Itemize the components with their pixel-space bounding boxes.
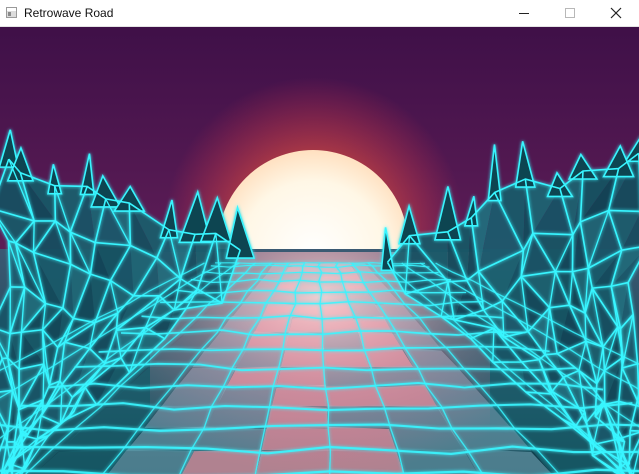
mountain-wire (584, 313, 587, 342)
game-viewport[interactable] (0, 27, 639, 474)
app-icon (6, 7, 17, 18)
minimize-button[interactable] (501, 0, 547, 27)
retrowave-scene (0, 27, 639, 474)
title-bar[interactable]: Retrowave Road (0, 0, 639, 27)
mountain-wire (42, 364, 45, 400)
maximize-button[interactable] (547, 0, 593, 27)
close-icon (610, 7, 622, 19)
mountain-wire (17, 369, 20, 410)
maximize-icon (565, 8, 575, 18)
close-button[interactable] (593, 0, 639, 27)
app-window: Retrowave Road (0, 0, 639, 474)
mountain-wire (32, 220, 35, 253)
window-title: Retrowave Road (24, 6, 114, 20)
minimize-icon (519, 13, 529, 14)
